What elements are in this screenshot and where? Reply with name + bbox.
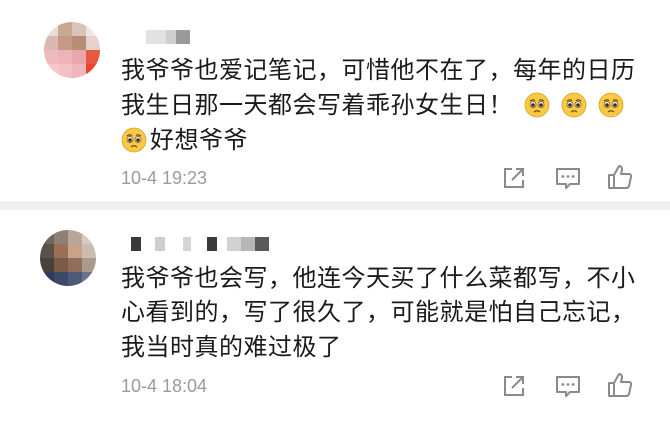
comment-text-line: 我当时真的难过极了 bbox=[121, 333, 342, 361]
username-redacted[interactable] bbox=[131, 237, 276, 251]
comment-text-line: 我生日那一天都会写着乖孙女生日！ bbox=[121, 90, 624, 120]
comment-timestamp: 10-4 18:04 bbox=[121, 376, 208, 396]
avatar[interactable] bbox=[44, 22, 100, 78]
pleading-face-emoji bbox=[524, 92, 550, 118]
comment-button[interactable] bbox=[553, 372, 583, 400]
pleading-face-emoji bbox=[598, 92, 624, 118]
avatar-pixelated-image bbox=[44, 22, 100, 78]
avatar[interactable] bbox=[40, 230, 96, 286]
share-button[interactable] bbox=[500, 164, 530, 192]
comment-text-line: 我爷爷也爱记笔记，可惜他不在了，每年的日历 bbox=[121, 56, 636, 84]
comment-icon bbox=[556, 168, 580, 189]
comment-icon bbox=[556, 376, 580, 397]
like-icon bbox=[608, 165, 633, 189]
comment-text-line: 心看到的，写了很久了，可能就是怕自己忘记， bbox=[121, 298, 636, 326]
like-button[interactable] bbox=[605, 370, 635, 398]
share-button[interactable] bbox=[500, 372, 530, 400]
share-icon bbox=[504, 168, 524, 188]
comment-text-span: 好想爷爷 bbox=[150, 126, 248, 154]
comment-text-span: 我生日那一天都会写着乖孙女生日！ bbox=[121, 91, 513, 119]
comment-timestamp: 10-4 19:23 bbox=[121, 168, 208, 188]
share-icon bbox=[504, 376, 524, 396]
comment-button[interactable] bbox=[553, 164, 583, 192]
like-icon bbox=[608, 373, 633, 397]
username-redacted[interactable] bbox=[146, 30, 192, 44]
avatar-pixelated-image bbox=[40, 230, 96, 286]
comment-text-line: 我爷爷也会写，他连今天买了什么菜都写，不小 bbox=[121, 264, 636, 292]
like-button[interactable] bbox=[605, 162, 635, 190]
pleading-face-emoji bbox=[561, 92, 587, 118]
pleading-face-emoji bbox=[121, 127, 147, 153]
comment-text-line: 好想爷爷 bbox=[121, 125, 248, 155]
